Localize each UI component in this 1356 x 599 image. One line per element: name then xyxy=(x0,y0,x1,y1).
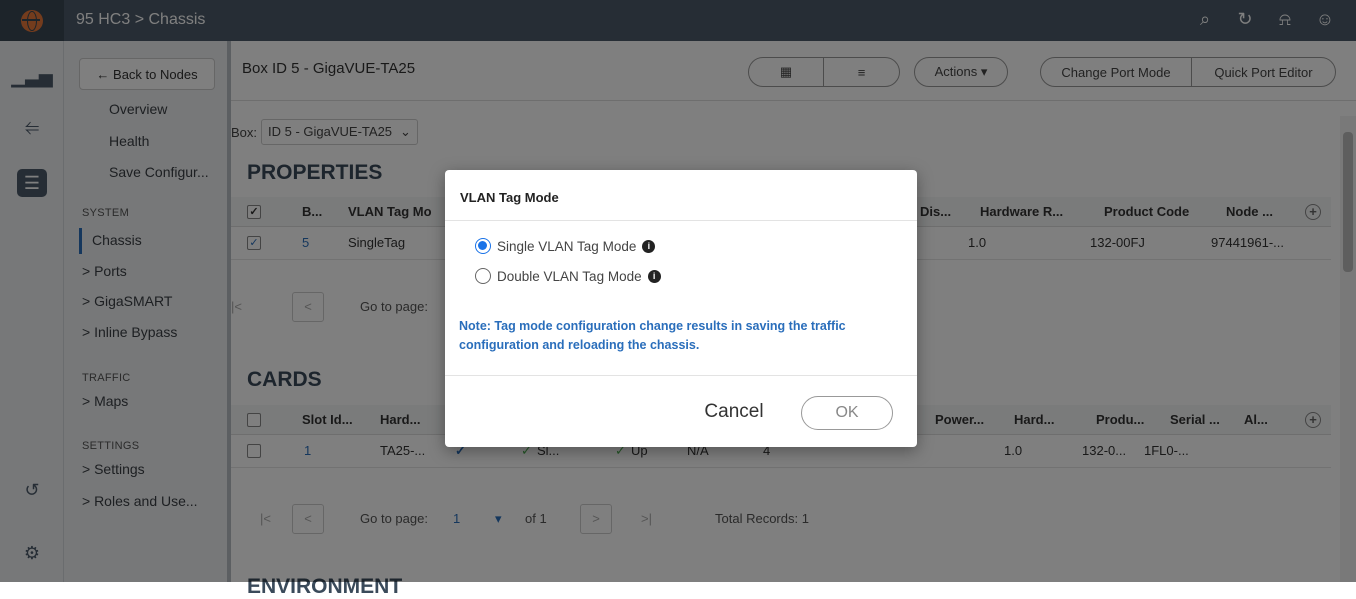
cancel-button[interactable]: Cancel xyxy=(692,395,776,429)
divider xyxy=(445,220,917,221)
double-vlan-label: Double VLAN Tag Mode xyxy=(497,268,642,284)
double-vlan-radio[interactable]: Double VLAN Tag Mode i xyxy=(475,268,661,284)
radio-selected-icon[interactable] xyxy=(475,238,491,254)
dialog-note: Note: Tag mode configuration change resu… xyxy=(459,319,846,352)
info-icon[interactable]: i xyxy=(647,269,661,283)
dialog-title: VLAN Tag Mode xyxy=(460,190,559,205)
divider xyxy=(445,375,917,376)
info-icon[interactable]: i xyxy=(642,239,656,253)
single-vlan-label: Single VLAN Tag Mode xyxy=(497,238,637,254)
single-vlan-radio[interactable]: Single VLAN Tag Mode i xyxy=(475,238,656,254)
radio-unselected-icon[interactable] xyxy=(475,268,491,284)
vlan-tag-mode-dialog: VLAN Tag Mode Single VLAN Tag Mode i Dou… xyxy=(445,170,917,447)
ok-button[interactable]: OK xyxy=(801,396,893,430)
